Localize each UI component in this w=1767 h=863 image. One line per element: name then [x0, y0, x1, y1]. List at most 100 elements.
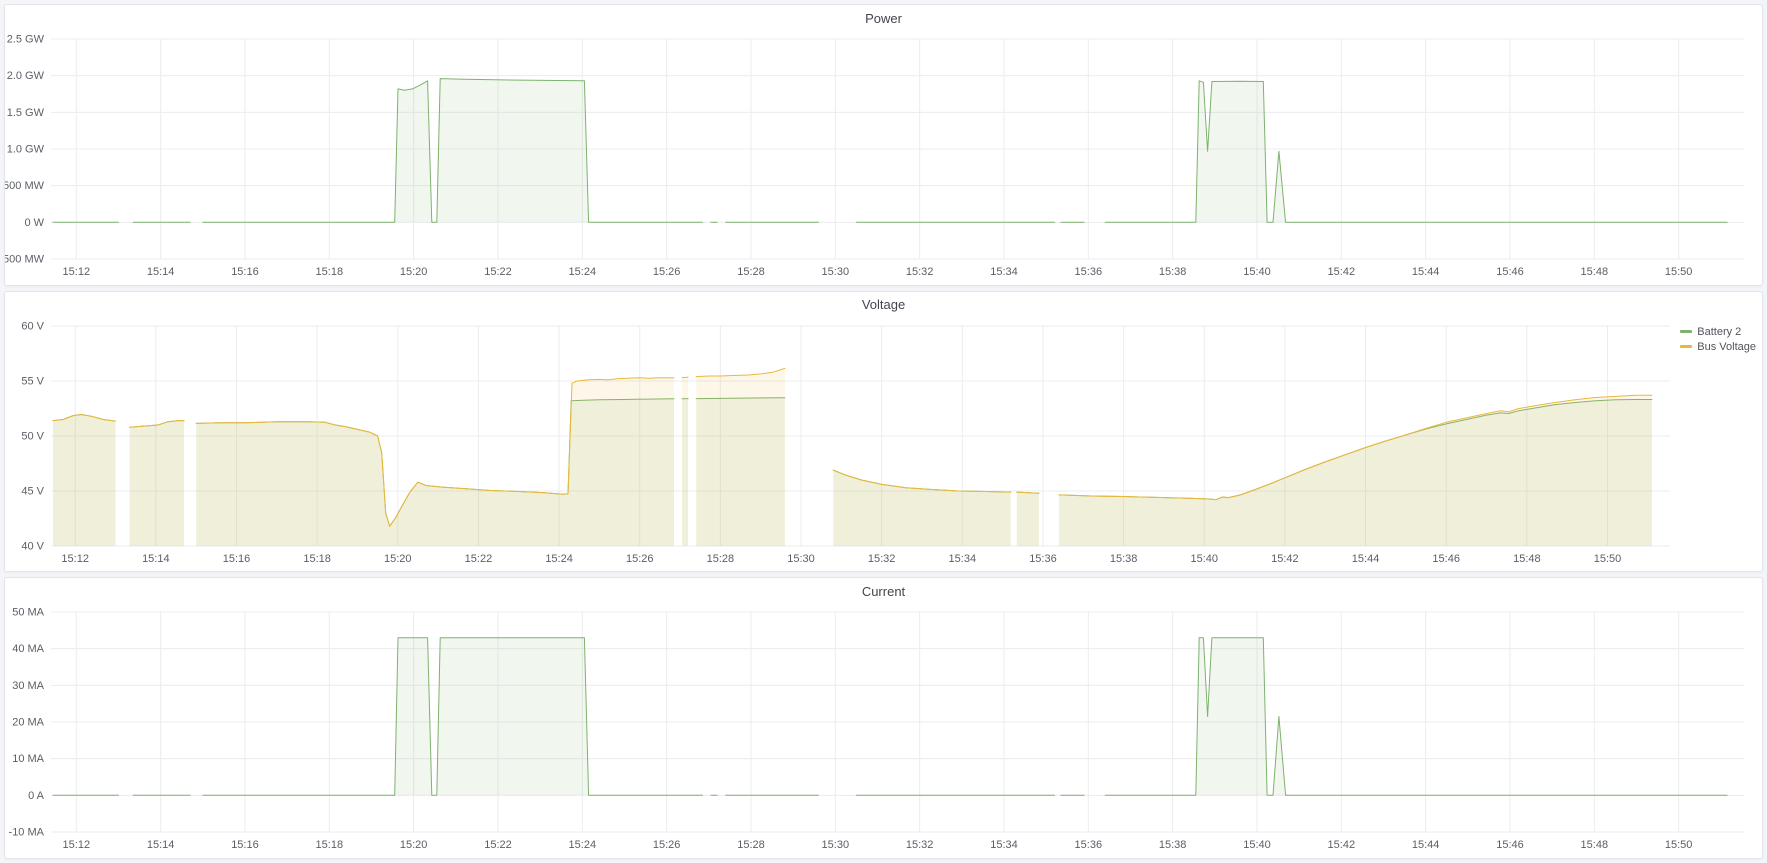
svg-text:15:12: 15:12 — [63, 839, 91, 851]
panel-title-current[interactable]: Current — [862, 584, 905, 599]
svg-text:15:30: 15:30 — [822, 266, 850, 278]
svg-text:2.5 GW: 2.5 GW — [7, 34, 45, 46]
svg-text:15:34: 15:34 — [949, 553, 977, 565]
svg-text:60 V: 60 V — [21, 320, 44, 332]
panel-body-current: 50 MA40 MA30 MA20 MA10 MA0 A-10 MA15:121… — [5, 604, 1762, 856]
axis-tick-labels: 50 MA40 MA30 MA20 MA10 MA0 A-10 MA15:121… — [9, 607, 1693, 852]
series-bus-voltage — [53, 368, 1652, 546]
svg-text:15:30: 15:30 — [822, 839, 850, 851]
svg-text:15:34: 15:34 — [990, 266, 1018, 278]
panel-title-power[interactable]: Power — [865, 11, 902, 26]
current-chart[interactable]: 50 MA40 MA30 MA20 MA10 MA0 A-10 MA15:121… — [5, 604, 1762, 856]
voltage-chart[interactable]: 60 V 55 V 50 V 45 V 40 V 15:12 15:14 15:16 15:18… — [5, 318, 1762, 570]
svg-text:15:20: 15:20 — [400, 839, 428, 851]
power-chart-svg: 2.5 GW2.0 GW1.5 GW1.0 GW500 MW0 W-500 MW… — [5, 31, 1762, 283]
svg-text:40 V: 40 V — [21, 540, 44, 552]
panel-title-voltage[interactable]: Voltage — [862, 297, 905, 312]
svg-text:15:24: 15:24 — [545, 553, 573, 565]
svg-text:15:18: 15:18 — [303, 553, 331, 565]
legend-item-bus-voltage[interactable]: Bus Voltage — [1680, 341, 1756, 353]
svg-text:15:38: 15:38 — [1159, 839, 1187, 851]
svg-text:15:24: 15:24 — [569, 839, 597, 851]
svg-text:30 MA: 30 MA — [12, 680, 44, 692]
series-current — [53, 638, 1727, 796]
svg-text:15:40: 15:40 — [1243, 839, 1271, 851]
svg-text:15:42: 15:42 — [1271, 553, 1299, 565]
svg-text:15:14: 15:14 — [147, 266, 175, 278]
svg-text:15:28: 15:28 — [737, 839, 765, 851]
bus-voltage-legend-label: Bus Voltage — [1697, 341, 1756, 353]
svg-text:15:38: 15:38 — [1159, 266, 1187, 278]
panel-voltage: Voltage 60 V 55 V 50 V 45 V 40 V 15:12 15:14 15… — [4, 291, 1763, 573]
voltage-chart-svg: 60 V 55 V 50 V 45 V 40 V 15:12 15:14 15:16 15:18… — [5, 318, 1762, 570]
svg-text:15:22: 15:22 — [484, 266, 512, 278]
current-chart-svg: 50 MA40 MA30 MA20 MA10 MA0 A-10 MA15:121… — [5, 604, 1762, 856]
svg-text:15:48: 15:48 — [1581, 266, 1609, 278]
svg-text:15:14: 15:14 — [142, 553, 170, 565]
svg-text:15:30: 15:30 — [787, 553, 815, 565]
svg-text:15:26: 15:26 — [653, 839, 681, 851]
svg-text:15:36: 15:36 — [1075, 839, 1103, 851]
svg-text:15:46: 15:46 — [1496, 839, 1524, 851]
svg-text:45 V: 45 V — [21, 485, 44, 497]
svg-text:15:18: 15:18 — [316, 839, 344, 851]
panel-body-voltage: 60 V 55 V 50 V 45 V 40 V 15:12 15:14 15:16 15:18… — [5, 318, 1762, 570]
panel-header-current: Current — [5, 578, 1762, 604]
svg-text:15:42: 15:42 — [1328, 839, 1356, 851]
svg-text:15:50: 15:50 — [1665, 266, 1693, 278]
svg-text:15:22: 15:22 — [484, 839, 512, 851]
svg-text:15:46: 15:46 — [1432, 553, 1460, 565]
svg-text:15:24: 15:24 — [569, 266, 597, 278]
svg-text:15:16: 15:16 — [223, 553, 251, 565]
svg-text:1.0 GW: 1.0 GW — [7, 144, 45, 156]
svg-text:2.0 GW: 2.0 GW — [7, 70, 45, 82]
svg-text:0 W: 0 W — [24, 217, 44, 229]
svg-text:15:36: 15:36 — [1029, 553, 1057, 565]
grid-lines — [51, 39, 1744, 259]
svg-text:40 MA: 40 MA — [12, 644, 44, 656]
axis-tick-labels: 2.5 GW2.0 GW1.5 GW1.0 GW500 MW0 W-500 MW… — [5, 34, 1692, 279]
legend-item-battery-2[interactable]: Battery 2 — [1680, 326, 1756, 338]
svg-text:15:48: 15:48 — [1581, 839, 1609, 851]
panel-current: Current 50 MA40 MA30 MA20 MA10 MA0 A-10 … — [4, 577, 1763, 859]
svg-text:15:32: 15:32 — [906, 839, 934, 851]
svg-text:15:14: 15:14 — [147, 839, 175, 851]
bus-voltage-legend-swatch — [1680, 345, 1692, 348]
panel-header-voltage: Voltage — [5, 292, 1762, 318]
grid-lines — [51, 612, 1744, 832]
svg-text:-10 MA: -10 MA — [9, 827, 45, 839]
svg-text:10 MA: 10 MA — [12, 754, 44, 766]
svg-text:15:50: 15:50 — [1665, 839, 1693, 851]
panel-header-power: Power — [5, 5, 1762, 31]
svg-text:15:44: 15:44 — [1352, 553, 1380, 565]
series-power — [53, 79, 1727, 223]
svg-text:20 MA: 20 MA — [12, 717, 44, 729]
svg-text:55 V: 55 V — [21, 375, 44, 387]
svg-text:15:46: 15:46 — [1496, 266, 1524, 278]
svg-text:15:32: 15:32 — [906, 266, 934, 278]
svg-text:15:20: 15:20 — [384, 553, 412, 565]
svg-text:15:50: 15:50 — [1594, 553, 1622, 565]
svg-text:15:44: 15:44 — [1412, 839, 1440, 851]
svg-text:15:12: 15:12 — [61, 553, 89, 565]
svg-text:1.5 GW: 1.5 GW — [7, 107, 45, 119]
dashboard: Power 2.5 GW2.0 GW1.5 GW1.0 GW500 MW0 W-… — [0, 0, 1767, 863]
power-chart[interactable]: 2.5 GW2.0 GW1.5 GW1.0 GW500 MW0 W-500 MW… — [5, 31, 1762, 283]
svg-text:15:40: 15:40 — [1243, 266, 1271, 278]
panel-body-power: 2.5 GW2.0 GW1.5 GW1.0 GW500 MW0 W-500 MW… — [5, 31, 1762, 283]
svg-text:50 V: 50 V — [21, 430, 44, 442]
svg-text:-500 MW: -500 MW — [5, 254, 45, 266]
svg-text:15:38: 15:38 — [1110, 553, 1138, 565]
svg-text:15:22: 15:22 — [465, 553, 493, 565]
svg-text:15:40: 15:40 — [1190, 553, 1218, 565]
svg-text:15:16: 15:16 — [231, 266, 259, 278]
svg-text:15:28: 15:28 — [707, 553, 735, 565]
svg-text:15:36: 15:36 — [1075, 266, 1103, 278]
battery-2-legend-label: Battery 2 — [1697, 326, 1741, 338]
panel-power: Power 2.5 GW2.0 GW1.5 GW1.0 GW500 MW0 W-… — [4, 4, 1763, 286]
svg-text:15:18: 15:18 — [316, 266, 344, 278]
svg-text:15:20: 15:20 — [400, 266, 428, 278]
voltage-legend: Battery 2 Bus Voltage — [1680, 326, 1756, 353]
svg-text:15:42: 15:42 — [1328, 266, 1356, 278]
svg-text:15:34: 15:34 — [990, 839, 1018, 851]
